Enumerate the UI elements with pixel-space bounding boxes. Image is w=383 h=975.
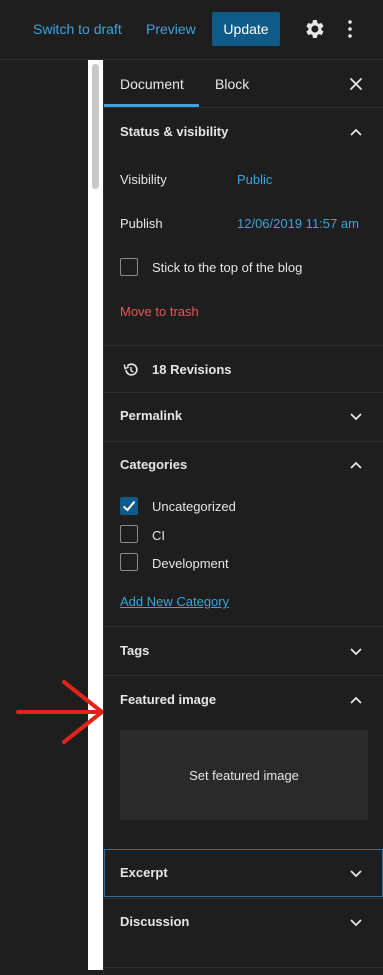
category-development-checkbox[interactable] [120,553,138,571]
featured-image-toggle[interactable]: Featured image [104,676,383,724]
chevron-down-icon [350,648,362,656]
update-button[interactable]: Update [212,12,280,46]
kebab-menu-icon[interactable] [340,17,360,41]
settings-sidebar: Document Block Status & visibility Visib… [103,60,383,975]
scrollbar-thumb[interactable] [92,64,99,189]
publish-label: Publish [120,216,163,231]
category-label[interactable]: Development [152,556,229,571]
move-to-trash-button[interactable]: Move to trash [120,304,199,319]
section-title: Tags [120,643,150,658]
excerpt-toggle[interactable]: Excerpt [104,849,383,897]
category-uncategorized-checkbox[interactable] [120,497,138,515]
section-title: Status & visibility [120,124,229,139]
chevron-down-icon [350,870,362,878]
revisions-label: 18 Revisions [152,362,232,377]
history-icon [123,363,138,376]
section-title: Discussion [120,914,190,929]
chevron-up-icon [350,128,362,136]
sidebar-scrollbar[interactable] [88,60,103,970]
status-visibility-toggle[interactable]: Status & visibility [104,108,383,156]
section-title: Excerpt [120,865,168,880]
gear-icon[interactable] [302,17,326,41]
stick-to-top-checkbox[interactable] [120,258,138,276]
categories-toggle[interactable]: Categories [104,441,383,489]
discussion-toggle[interactable]: Discussion [104,898,383,946]
divider [104,967,383,968]
checkmark-icon [122,500,136,512]
publish-date-link[interactable]: 12/06/2019 11:57 am [237,216,359,231]
set-featured-image-button[interactable]: Set featured image [120,730,368,820]
visibility-value-link[interactable]: Public [237,172,272,187]
sidebar-tabs: Document Block [104,60,383,108]
chevron-down-icon [350,919,362,927]
editor-canvas-edge [0,60,88,975]
visibility-label: Visibility [120,172,167,187]
permalink-toggle[interactable]: Permalink [104,392,383,440]
tags-toggle[interactable]: Tags [104,627,383,675]
category-label[interactable]: CI [152,528,165,543]
switch-to-draft-button[interactable]: Switch to draft [33,21,122,37]
red-arrow-annotation-icon [16,680,104,744]
category-label[interactable]: Uncategorized [152,499,236,514]
chevron-up-icon [350,696,362,704]
stick-to-top-label[interactable]: Stick to the top of the blog [152,260,302,275]
editor-header: Switch to draft Preview Update [0,0,383,60]
category-ci-checkbox[interactable] [120,525,138,543]
revisions-link[interactable]: 18 Revisions [104,345,383,393]
add-new-category-link[interactable]: Add New Category [120,594,229,609]
close-icon[interactable] [348,76,364,92]
chevron-up-icon [350,461,362,469]
preview-button[interactable]: Preview [146,21,196,37]
section-title: Categories [120,457,188,472]
tab-block[interactable]: Block [215,60,249,107]
section-title: Featured image [120,692,217,707]
section-title: Permalink [120,408,183,423]
tab-document[interactable]: Document [104,60,199,107]
chevron-down-icon [350,413,362,421]
